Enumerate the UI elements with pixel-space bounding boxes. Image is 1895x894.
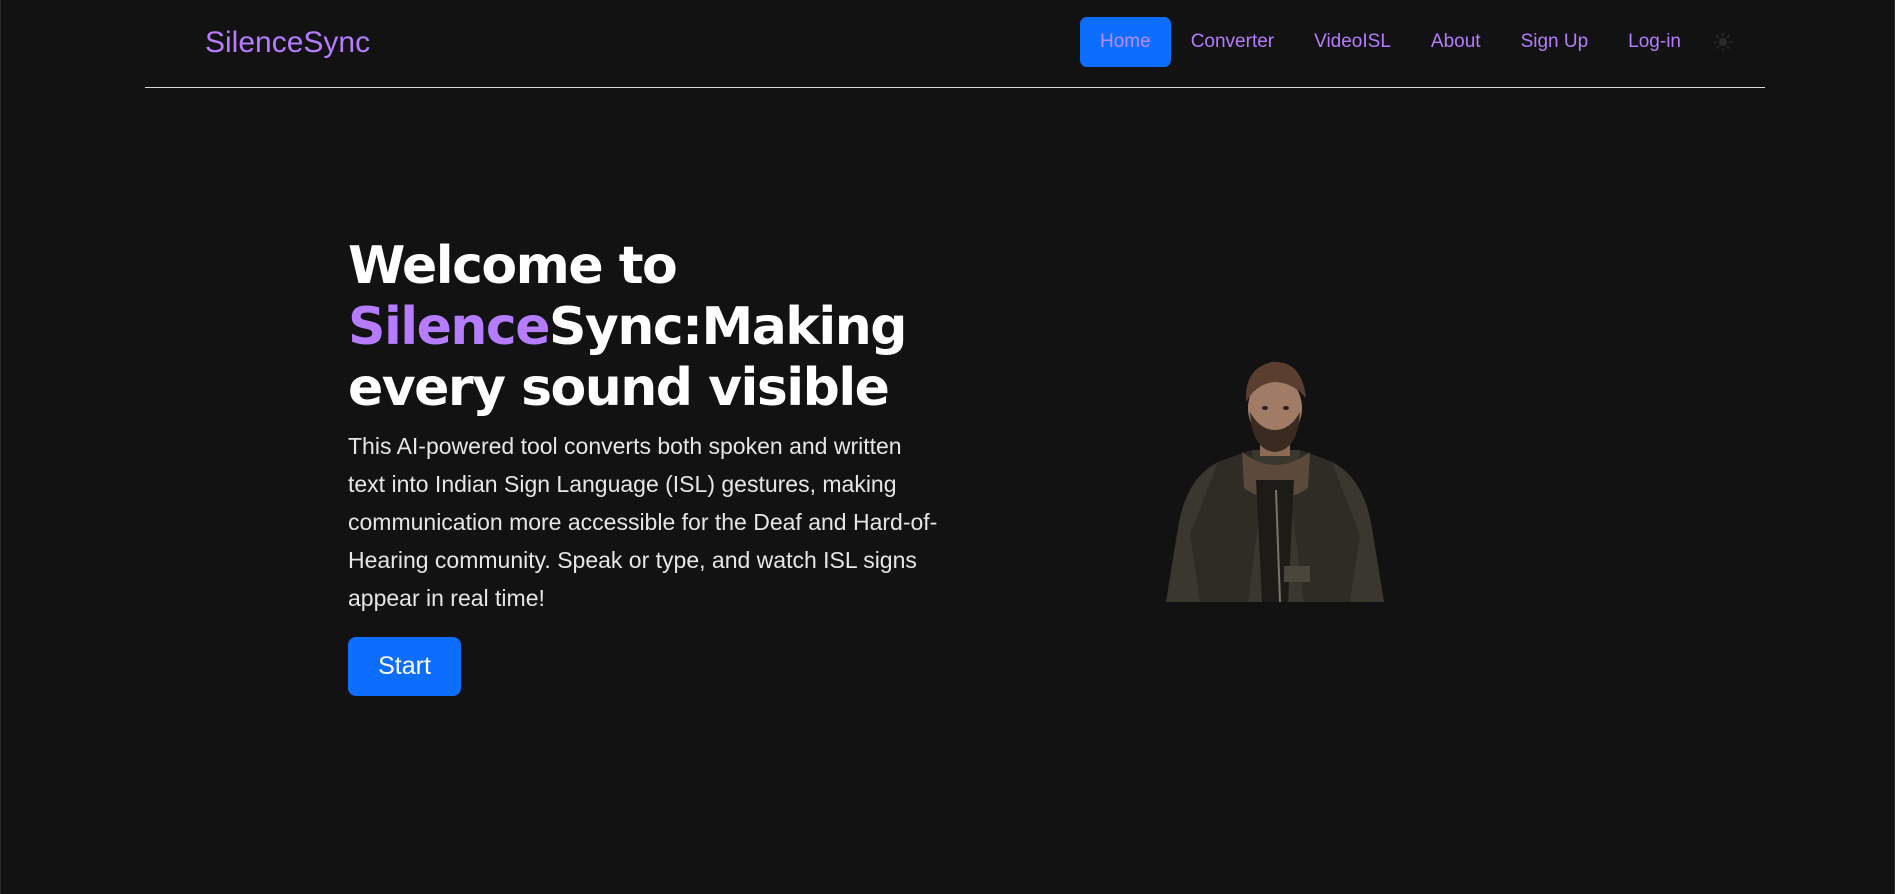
hero-headline: Welcome to SilenceSync:Making every soun… bbox=[348, 236, 948, 419]
avatar-image bbox=[1160, 360, 1390, 603]
sun-icon bbox=[1713, 32, 1733, 52]
avatar-figure bbox=[1166, 361, 1384, 603]
hero-description: This AI-powered tool converts both spoke… bbox=[348, 433, 938, 611]
nav-link-about[interactable]: About bbox=[1411, 17, 1501, 67]
page: SilenceSync Home Converter VideoISL Abou… bbox=[0, 0, 1895, 894]
headline-line-3: every sound visible bbox=[348, 358, 890, 418]
hero-section: Welcome to SilenceSync:Making every soun… bbox=[348, 236, 948, 696]
nav-link-log-in[interactable]: Log-in bbox=[1608, 17, 1701, 67]
headline-line-1: Welcome to bbox=[348, 236, 678, 296]
navbar: SilenceSync Home Converter VideoISL Abou… bbox=[145, 0, 1765, 88]
headline-accent: Silence bbox=[348, 297, 550, 357]
nav-link-home[interactable]: Home bbox=[1080, 17, 1171, 67]
brand-logo[interactable]: SilenceSync bbox=[205, 26, 370, 60]
nav-links: Home Converter VideoISL About Sign Up Lo… bbox=[1080, 17, 1739, 67]
nav-link-converter[interactable]: Converter bbox=[1171, 17, 1294, 67]
headline-line-2: Sync:Making bbox=[548, 297, 907, 357]
nav-link-sign-up[interactable]: Sign Up bbox=[1501, 17, 1609, 67]
theme-toggle-button[interactable] bbox=[1707, 17, 1739, 67]
start-button[interactable]: Start bbox=[348, 637, 461, 696]
nav-link-videoisl[interactable]: VideoISL bbox=[1294, 17, 1411, 67]
